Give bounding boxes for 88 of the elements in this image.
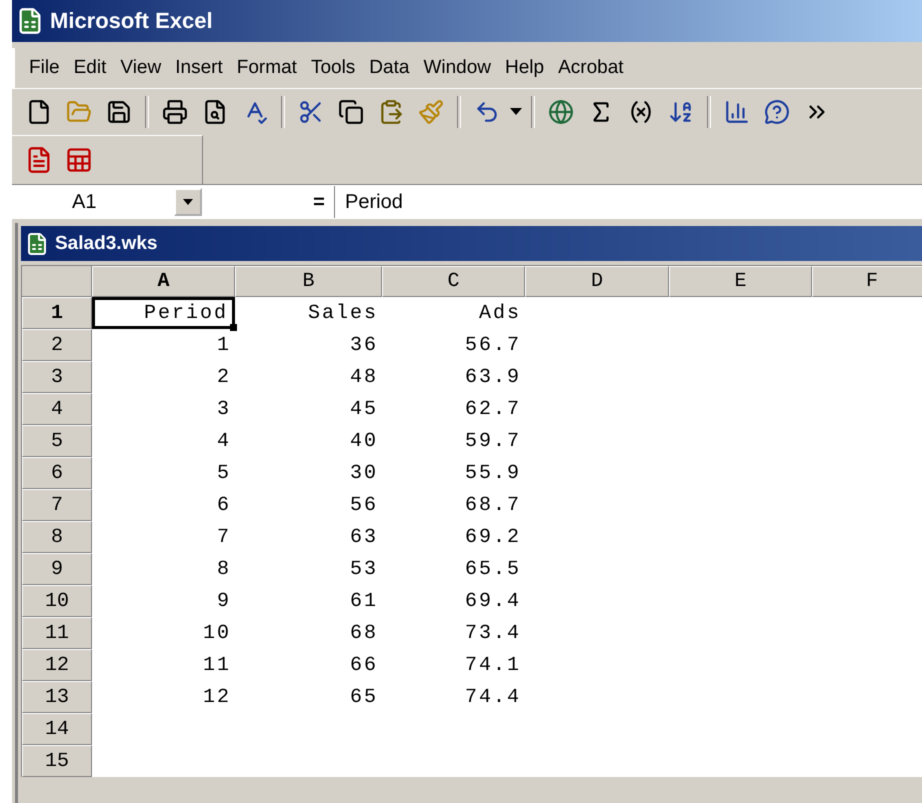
table-cell-text: 7 [216, 524, 232, 550]
row-header[interactable]: 4 [22, 393, 92, 425]
menu-item[interactable]: Acrobat [552, 53, 630, 83]
menu-item[interactable]: Data [363, 53, 416, 83]
table-cell-text: 63.9 [464, 364, 522, 390]
column-header[interactable]: D [525, 266, 669, 297]
table-cell-text: 74.1 [464, 652, 522, 678]
table-cell-text: Sales [306, 300, 379, 326]
dropdown-button[interactable] [174, 188, 202, 216]
row-header[interactable]: 1 [22, 297, 92, 329]
table-cell-text: 36 [348, 332, 379, 358]
table-cell-text: 69.4 [464, 588, 522, 614]
table-cell-text: 11 [202, 652, 232, 678]
scissors-icon[interactable] [298, 99, 324, 125]
row-header[interactable]: 15 [22, 745, 92, 777]
row-header[interactable]: 10 [22, 585, 92, 617]
table-cell-text: 48 [348, 364, 379, 390]
row-header[interactable]: 14 [22, 713, 92, 745]
menu-item[interactable]: Help [499, 53, 550, 83]
row-header[interactable]: 8 [22, 521, 92, 553]
menu-item[interactable]: Edit [68, 53, 112, 83]
formula-field[interactable]: Period [334, 186, 922, 218]
table-cell-text: 63 [348, 524, 379, 550]
row-header[interactable]: 13 [22, 681, 92, 713]
row-header[interactable]: 7 [22, 489, 92, 521]
workbook-title: Salad3.wks [55, 232, 158, 254]
table-cell-text: 68 [348, 620, 379, 646]
row-header[interactable]: 6 [22, 457, 92, 489]
menu-item[interactable]: View [114, 53, 168, 83]
table-cell-text: 62.7 [464, 396, 522, 422]
printer-icon[interactable] [162, 99, 188, 125]
bar-chart-icon[interactable] [724, 99, 750, 125]
row-header[interactable]: 3 [22, 361, 92, 393]
table-cell-text: 10 [202, 620, 232, 646]
table-cell-text: 9 [216, 588, 232, 614]
table-cell-text: 65 [348, 684, 379, 710]
menu-item[interactable]: Format [230, 53, 303, 83]
table-cell-text: 3 [216, 396, 232, 422]
table-cell-text: 68.7 [464, 492, 522, 518]
table-cell-text: 53 [348, 556, 379, 582]
fill-handle[interactable] [230, 324, 237, 331]
caret-icon[interactable] [510, 108, 522, 116]
table-cell-text: Ads [478, 300, 522, 326]
table-cell-text: 66 [348, 652, 379, 678]
table-cell-text: 8 [216, 556, 232, 582]
table-cell-text: 56.7 [464, 332, 522, 358]
table-cell-text: 1 [216, 332, 232, 358]
table-cell-text: 69.2 [464, 524, 522, 550]
help-icon[interactable] [764, 99, 790, 125]
table-cell-text: 61 [348, 588, 379, 614]
menu-item[interactable]: Insert [169, 53, 229, 83]
menu-item[interactable]: Window [417, 53, 498, 83]
column-header[interactable]: A [92, 266, 235, 297]
row-header[interactable]: 11 [22, 617, 92, 649]
table-cell-text: 56 [348, 492, 379, 518]
menu-item[interactable]: File [23, 53, 66, 83]
spreadsheet-icon [25, 232, 49, 256]
table-cell-text: 5 [216, 460, 232, 486]
table-cell-text: 2 [216, 364, 232, 390]
table-cell-text: 12 [202, 684, 232, 710]
row-header[interactable]: 2 [22, 329, 92, 361]
table-cell-text: 73.4 [464, 620, 522, 646]
table-cell-text: 59.7 [464, 428, 522, 454]
table-cell-text: 45 [348, 396, 379, 422]
name-box[interactable]: A1 [12, 186, 202, 218]
globe-icon[interactable] [548, 99, 574, 125]
column-header[interactable]: C [382, 266, 525, 297]
table-cell-text: 30 [348, 460, 379, 486]
table-cell-text: 4 [216, 428, 232, 454]
table-cell-text: 55.9 [464, 460, 522, 486]
column-header[interactable]: B [235, 266, 382, 297]
row-header[interactable]: 12 [22, 649, 92, 681]
active-cell: Period [92, 297, 235, 329]
column-header[interactable]: E [669, 266, 812, 297]
caret-icon [183, 199, 193, 205]
table-cell-text: 6 [216, 492, 232, 518]
window-title: Microsoft Excel [50, 8, 213, 34]
select-all-corner[interactable] [22, 266, 92, 297]
column-header[interactable]: F [812, 266, 922, 297]
row-header[interactable]: 9 [22, 553, 92, 585]
copy-icon[interactable] [338, 99, 364, 125]
equals-sign: = [312, 190, 326, 214]
row-header[interactable]: 5 [22, 425, 92, 457]
table-cell-text: 40 [348, 428, 379, 454]
table-cell-text: 65.5 [464, 556, 522, 582]
table-cell-text: 74.4 [464, 684, 522, 710]
menu-item[interactable]: Tools [304, 53, 362, 83]
save-icon[interactable] [106, 99, 132, 125]
